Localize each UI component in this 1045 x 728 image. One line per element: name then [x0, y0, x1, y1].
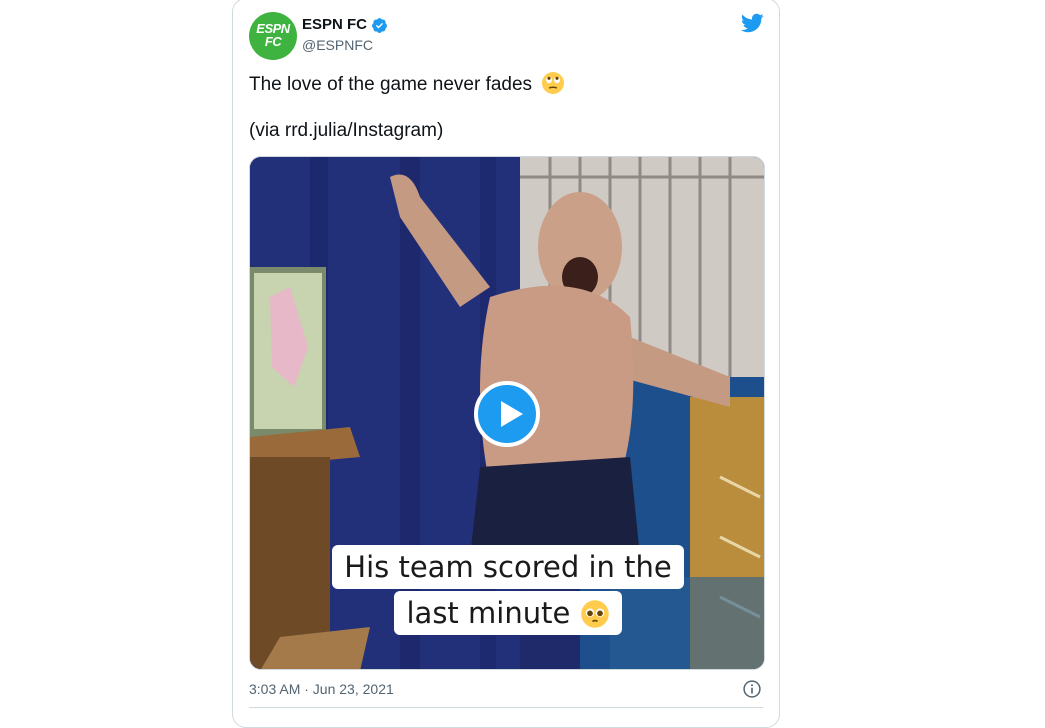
tweet-text: The love of the game never fades	[249, 71, 565, 97]
name-row: ESPN FC	[302, 16, 388, 34]
tweet-source-credit: (via rrd.julia/Instagram)	[249, 120, 444, 141]
divider	[249, 707, 763, 708]
pleading-face-emoji-icon	[580, 600, 609, 628]
play-icon	[501, 401, 523, 427]
twitter-bird-icon[interactable]	[740, 11, 764, 35]
handle[interactable]: @ESPNFC	[302, 37, 373, 53]
rolling-eyes-emoji-icon	[542, 72, 565, 94]
avatar[interactable]: ESPN FC	[249, 12, 297, 60]
espn-fc-logo: ESPN FC	[256, 21, 290, 49]
verified-badge-icon	[372, 17, 387, 33]
video-caption-line1: His team scored in the	[250, 545, 764, 589]
tweet-card: ESPN FC ESPN FC @ESPNFC The love of the …	[232, 0, 780, 728]
video-caption-line2: last minute	[250, 591, 764, 635]
info-icon[interactable]	[742, 679, 762, 699]
display-name[interactable]: ESPN FC	[302, 16, 367, 34]
play-button[interactable]	[474, 381, 540, 447]
tweet-timestamp[interactable]: 3:03 AM · Jun 23, 2021	[249, 681, 394, 697]
video-player[interactable]: His team scored in the last minute	[249, 156, 765, 670]
